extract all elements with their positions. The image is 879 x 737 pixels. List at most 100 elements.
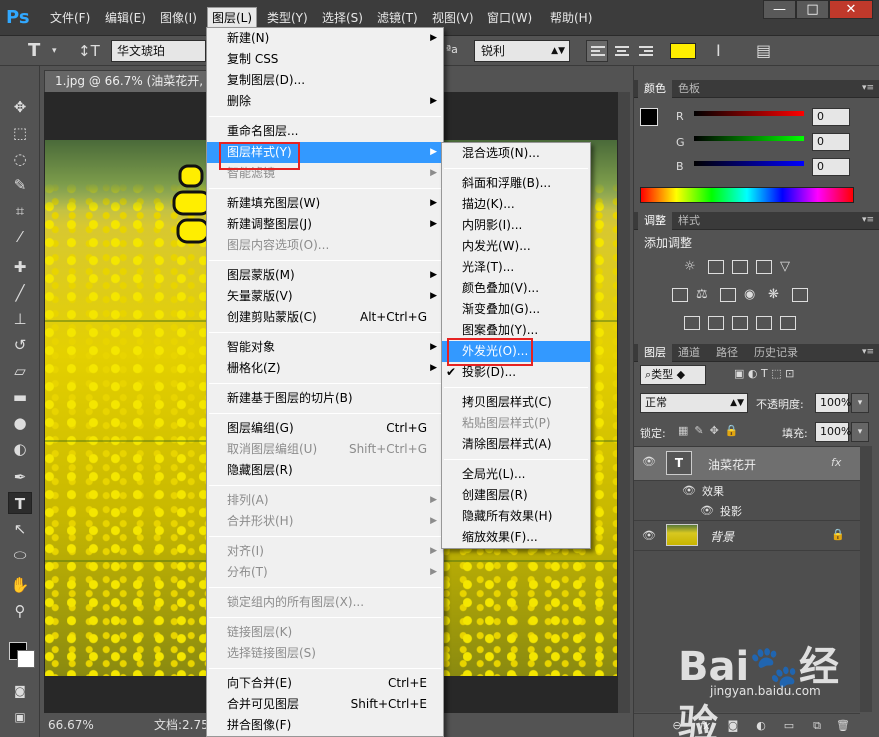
gradient-tool-icon[interactable]: ▬ [8,386,32,408]
photo-filter-icon[interactable]: ◉ [744,288,760,302]
threshold-icon[interactable] [732,316,748,330]
panel-menu-icon[interactable]: ▾≡ [862,347,874,357]
layer-name[interactable]: 油菜花开 [708,456,756,473]
tab-color[interactable]: 颜色 [638,80,672,98]
tab-layers[interactable]: 图层 [638,344,672,362]
minimize-button[interactable]: — [763,0,796,19]
fill-dropdown-icon[interactable]: ▾ [851,422,869,442]
tab-adjustments[interactable]: 调整 [638,212,672,230]
eyedropper-tool-icon[interactable]: ⁄ [8,226,32,248]
menu-view[interactable]: 视图(V) [428,7,478,29]
tab-channels[interactable]: 通道 [672,344,706,362]
levels-icon[interactable] [708,260,724,274]
eye-icon[interactable]: 👁 [682,484,696,497]
layer-menu-item[interactable]: 向下合并(E) Ctrl+E [207,673,443,694]
lasso-tool-icon[interactable]: ◌ [8,148,32,170]
move-tool-icon[interactable]: ✥ [8,96,32,118]
black-white-icon[interactable] [720,288,736,302]
menu-window[interactable]: 窗口(W) [483,7,536,29]
style-submenu-item[interactable]: 隐藏所有效果(H) [442,506,590,527]
font-family-field[interactable]: 华文琥珀 [111,40,206,62]
style-submenu-item[interactable]: 斜面和浮雕(B)... [442,173,590,194]
layer-menu-item[interactable]: 创建剪贴蒙版(C) Alt+Ctrl+G [207,307,443,328]
quick-select-tool-icon[interactable]: ✎ [8,174,32,196]
color-spectrum-bar[interactable] [640,187,854,203]
invert-icon[interactable] [684,316,700,330]
panel-menu-icon[interactable]: ▾≡ [862,215,874,225]
background-color[interactable] [17,650,35,668]
preset-dropdown-icon[interactable]: ▾ [52,40,57,62]
quick-mask-icon[interactable]: ◙ [8,680,32,702]
vibrance-icon[interactable]: ▽ [780,260,796,274]
menu-select[interactable]: 选择(S) [318,7,367,29]
path-select-tool-icon[interactable]: ↖ [8,518,32,540]
panel-menu-icon[interactable]: ▾≡ [862,83,874,93]
curves-icon[interactable] [732,260,748,274]
layer-menu-item[interactable]: 隐藏图层(R) [207,460,443,481]
layer-menu-item[interactable]: 新建调整图层(J) ▶ [207,214,443,235]
style-submenu-item[interactable]: 全局光(L)... [442,464,590,485]
vertical-scrollbar[interactable] [618,92,630,713]
clone-stamp-tool-icon[interactable]: ⊥ [8,308,32,330]
posterize-icon[interactable] [708,316,724,330]
anti-alias-select[interactable]: 锐利 ▲▼ [474,40,570,62]
blend-mode-select[interactable]: 正常 ▲▼ [640,393,748,413]
text-color-swatch[interactable] [670,43,696,59]
layer-row-background[interactable]: 👁 背景 🔒 [634,521,860,551]
g-slider[interactable] [694,136,804,141]
pen-tool-icon[interactable]: ✒ [8,466,32,488]
maximize-button[interactable]: □ [796,0,829,19]
b-slider[interactable] [694,161,804,166]
align-left-button[interactable] [586,40,608,62]
style-submenu-item[interactable]: 光泽(T)... [442,257,590,278]
menu-file[interactable]: 文件(F) [46,7,94,29]
tab-paths[interactable]: 路径 [710,344,744,362]
fill-field[interactable]: 100% [815,422,851,442]
layer-effects-row[interactable]: 👁 效果 [634,481,860,501]
layer-menu-item[interactable]: 智能对象 ▶ [207,337,443,358]
layer-menu-item[interactable]: 新建(N) ▶ [207,28,443,49]
style-submenu-item[interactable]: 混合选项(N)... [442,143,590,164]
tab-swatches[interactable]: 色板 [672,80,706,98]
align-right-button[interactable] [634,40,656,62]
hue-saturation-icon[interactable] [672,288,688,302]
tab-history[interactable]: 历史记录 [748,344,804,362]
opacity-dropdown-icon[interactable]: ▾ [851,393,869,413]
layer-menu-item[interactable]: 矢量蒙版(V) ▶ [207,286,443,307]
zoom-level[interactable]: 66.67% [48,713,94,737]
character-panel-icon[interactable]: ▤ [756,40,771,62]
document-tab[interactable]: 1.jpg @ 66.7% (油菜花开, RGB/8) [44,70,214,92]
menu-filter[interactable]: 滤镜(T) [373,7,422,29]
layer-name[interactable]: 背景 [710,528,734,545]
layer-menu-item[interactable]: 复制图层(D)... [207,70,443,91]
fx-icon[interactable]: fx [831,456,841,469]
layer-filter-select[interactable]: ⌕类型 ◆ [640,365,706,385]
layer-menu-item[interactable]: 新建基于图层的切片(B) [207,388,443,409]
style-submenu-item[interactable]: 内发光(W)... [442,236,590,257]
dodge-tool-icon[interactable]: ◐ [8,438,32,460]
warp-text-icon[interactable]: Ⅰ [716,40,721,62]
layer-menu-item[interactable]: 删除 ▶ [207,91,443,112]
layer-menu-item[interactable]: 栅格化(Z) ▶ [207,358,443,379]
eye-icon[interactable]: 👁 [642,529,656,542]
style-submenu-item[interactable]: 缩放效果(F)... [442,527,590,548]
r-slider[interactable] [694,111,804,116]
gradient-map-icon[interactable] [780,316,796,330]
layer-menu-item[interactable]: 重命名图层... [207,121,443,142]
layer-drop-shadow-row[interactable]: 👁 投影 [634,501,860,521]
color-lookup-icon[interactable] [792,288,808,302]
lock-icons[interactable]: ▦✎✥🔒 [678,424,745,437]
r-value[interactable]: 0 [812,108,850,126]
style-submenu-item[interactable]: 创建图层(R) [442,485,590,506]
toggle-orientation-icon[interactable]: ↕T [78,40,100,62]
close-button[interactable]: ✕ [829,0,873,19]
brush-tool-icon[interactable]: ╱ [8,282,32,304]
hand-tool-icon[interactable]: ✋ [8,574,32,596]
align-center-button[interactable] [610,40,632,62]
history-brush-tool-icon[interactable]: ↺ [8,334,32,356]
layer-filter-icons[interactable]: ▣ ◐ T ⬚ ⊡ [734,367,794,380]
g-value[interactable]: 0 [812,133,850,151]
layer-menu-item[interactable]: 新建填充图层(W) ▶ [207,193,443,214]
opacity-field[interactable]: 100% [815,393,851,413]
selective-color-icon[interactable] [756,316,772,330]
